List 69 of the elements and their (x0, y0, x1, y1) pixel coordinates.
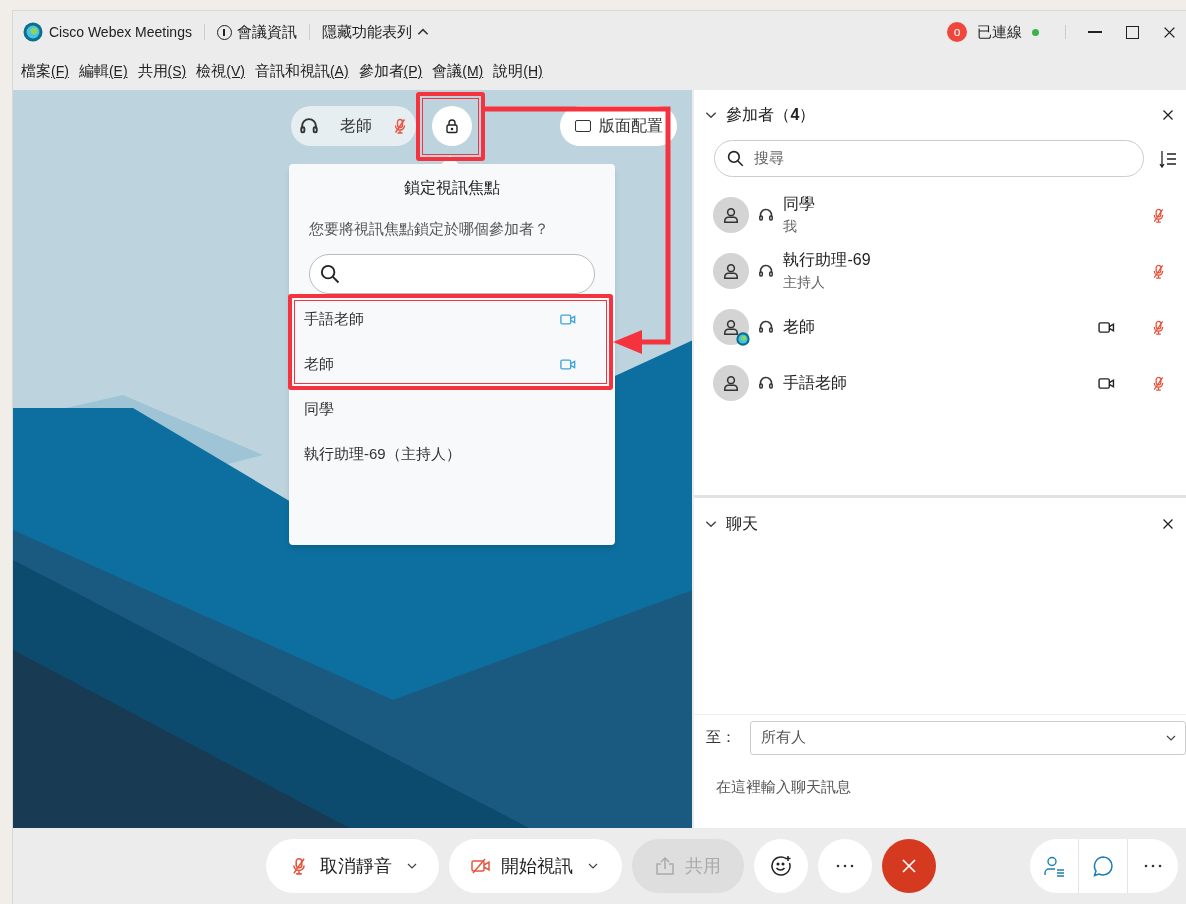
more-icon (1144, 864, 1162, 868)
recipient-label: 至： (706, 727, 737, 748)
participant-row[interactable]: 執行助理-69 主持人 (694, 243, 1186, 299)
participant-name: 執行助理-69 (783, 250, 872, 270)
recipient-dropdown[interactable]: 所有人 (750, 720, 1186, 755)
participant-name: 老師 (783, 317, 817, 337)
popup-title: 鎖定視訊焦點 (403, 178, 501, 198)
participant-option[interactable]: 同學 (295, 394, 601, 425)
headset-icon (758, 263, 775, 279)
participant-search-field[interactable] (309, 254, 595, 294)
participant-option[interactable]: 執行助理-69（主持人） (295, 439, 601, 470)
close-icon (901, 858, 917, 874)
participant-row[interactable]: 老師 (694, 299, 1186, 355)
participant-name: 手語老師 (783, 373, 849, 393)
menu-item[interactable]: 會議(M) (432, 60, 484, 83)
menu-item[interactable]: 參加者(P) (358, 60, 423, 83)
participants-icon (1043, 855, 1065, 877)
search-icon (320, 264, 340, 284)
panel-title: 聊天 (726, 514, 760, 534)
highlight-frame (416, 92, 485, 161)
muted-mic-icon (290, 857, 308, 875)
menu-item[interactable]: 共用(S) (137, 60, 187, 83)
chat-message-input[interactable]: 在這裡輸入聊天訊息 (706, 766, 1174, 806)
participant-option[interactable]: 老師 (295, 349, 601, 380)
popup-question: 您要將視訊焦點鎖定於哪個參加者？ (309, 219, 550, 239)
panel-title: 參加者（4） (726, 105, 817, 125)
chat-bubble-icon (1092, 855, 1114, 877)
connection-status: 已連線 (977, 21, 1022, 42)
maximize-button[interactable] (1126, 25, 1139, 39)
close-button[interactable] (1162, 109, 1174, 121)
menu-item[interactable]: 檢視(V) (196, 60, 245, 83)
start-video-button[interactable]: 開始視訊 (449, 839, 622, 893)
upload-icon (655, 856, 675, 876)
person-icon (722, 262, 741, 280)
menu-item[interactable]: 音訊和視訊(A) (254, 60, 349, 83)
sort-button[interactable] (1158, 148, 1178, 169)
search-icon (727, 150, 745, 167)
smiley-icon (770, 855, 792, 877)
participant-option[interactable]: 手語老師 (295, 304, 601, 335)
person-icon (722, 206, 741, 224)
participant-row[interactable]: 同學 我 (694, 187, 1186, 243)
app-title: Cisco Webex Meetings (49, 22, 192, 42)
lock-icon (444, 118, 460, 134)
meeting-info-button[interactable]: 會議資訊 (216, 20, 297, 44)
menu-item[interactable]: 編輯(E) (78, 60, 128, 83)
person-icon (722, 374, 741, 392)
close-button[interactable] (1163, 25, 1176, 39)
headset-icon (758, 375, 775, 391)
app-logo-icon (23, 22, 43, 42)
participant-role: 主持人 (783, 273, 827, 292)
lock-button[interactable] (432, 106, 472, 146)
headset-icon (758, 319, 775, 335)
close-button[interactable] (1162, 518, 1174, 530)
participant-row[interactable]: 手語老師 (694, 355, 1186, 411)
unmute-button[interactable]: 取消靜音 (266, 839, 439, 893)
notification-badge[interactable]: o (947, 22, 967, 42)
menu-item[interactable]: 檔案(F) (21, 60, 69, 83)
reactions-button[interactable] (754, 839, 808, 893)
speaker-name: 老師 (338, 116, 373, 136)
participant-name: 同學 (783, 194, 817, 214)
end-meeting-button[interactable] (882, 839, 936, 893)
hide-menu-bar-button[interactable]: 隱藏功能表列 (321, 20, 430, 44)
more-icon (836, 864, 854, 868)
headset-icon (299, 116, 319, 136)
headset-icon (758, 207, 775, 223)
menu-item[interactable]: 說明(H) (493, 60, 543, 83)
participant-role: 我 (783, 217, 799, 236)
person-icon (722, 318, 741, 336)
camera-off-icon (471, 857, 491, 875)
